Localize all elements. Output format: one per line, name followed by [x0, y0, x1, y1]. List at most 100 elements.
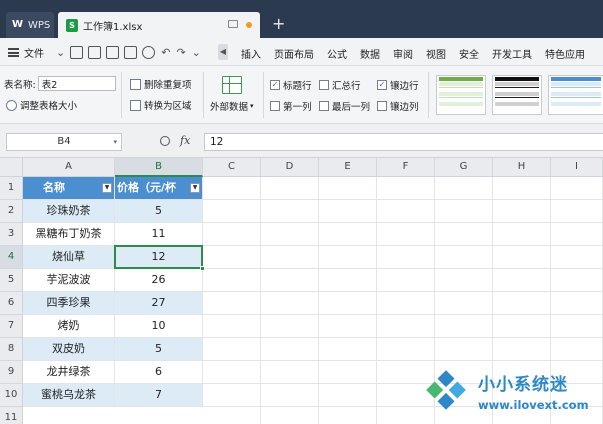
cell-empty[interactable] [203, 269, 261, 292]
cell-empty[interactable] [493, 315, 551, 338]
row-header-8[interactable]: 8 [0, 338, 23, 361]
cell-empty[interactable] [203, 246, 261, 269]
cell-drink-price[interactable]: 11 [115, 223, 203, 246]
redo-icon[interactable]: ↷ [176, 46, 185, 59]
column-header-g[interactable]: G [435, 158, 493, 177]
cell-drink-name[interactable]: 烧仙草 [23, 246, 115, 269]
chevron-down-icon[interactable]: ⌄ [56, 46, 65, 59]
cell-empty[interactable] [261, 223, 319, 246]
cell-drink-name[interactable]: 龙井绿茶 [23, 361, 115, 384]
cell-empty[interactable] [261, 177, 319, 200]
cell-empty[interactable] [203, 200, 261, 223]
cell-empty[interactable] [493, 200, 551, 223]
cell-empty[interactable] [319, 361, 377, 384]
row-header-11[interactable]: 11 [0, 407, 23, 424]
cell-empty[interactable] [261, 407, 319, 424]
cell-empty[interactable] [203, 223, 261, 246]
option-first-column[interactable]: 第一列 [270, 99, 312, 113]
cell-empty[interactable] [261, 361, 319, 384]
chevron-down-icon[interactable]: ▾ [113, 134, 117, 150]
cell-empty[interactable] [319, 384, 377, 407]
cell-empty[interactable] [319, 269, 377, 292]
cell-drink-name[interactable]: 珍珠奶茶 [23, 200, 115, 223]
remove-duplicates-button[interactable]: 删除重复项 [130, 77, 192, 91]
resize-table-button[interactable]: 调整表格大小 [6, 98, 77, 112]
cell-empty[interactable] [261, 315, 319, 338]
cell-empty[interactable] [203, 338, 261, 361]
cell-empty[interactable] [261, 269, 319, 292]
cell-empty[interactable] [319, 292, 377, 315]
cell-drink-price[interactable]: 10 [115, 315, 203, 338]
cell-empty[interactable] [377, 177, 435, 200]
print-preview-icon[interactable] [124, 46, 138, 59]
cell-empty[interactable] [435, 315, 493, 338]
cell-empty[interactable] [319, 223, 377, 246]
cell-empty[interactable] [551, 223, 603, 246]
cell-empty[interactable] [435, 338, 493, 361]
zoom-icon[interactable] [160, 136, 170, 146]
cell-empty[interactable] [493, 246, 551, 269]
tab-view[interactable]: 视图 [426, 46, 446, 61]
column-header-f[interactable]: F [377, 158, 435, 177]
option-banded-columns[interactable]: 镶边列 [377, 99, 419, 113]
cell-empty[interactable] [493, 338, 551, 361]
cell-empty[interactable] [551, 177, 603, 200]
cell-empty[interactable] [261, 292, 319, 315]
cell-empty[interactable] [377, 200, 435, 223]
option-total-row[interactable]: 汇总行 [319, 78, 361, 92]
cell-empty[interactable] [551, 315, 603, 338]
cell-empty[interactable] [551, 246, 603, 269]
tab-insert[interactable]: 插入 [241, 46, 261, 61]
tab-workbook[interactable]: S 工作簿1.xlsx [58, 12, 260, 38]
option-last-column[interactable]: 最后一列 [319, 99, 370, 113]
cell-drink-name[interactable]: 芋泥波波 [23, 269, 115, 292]
option-header-row[interactable]: ✓ 标题行 [270, 78, 312, 92]
cell-empty[interactable] [551, 200, 603, 223]
cell-empty[interactable] [377, 246, 435, 269]
tab-wps-home[interactable]: W WPS [6, 12, 54, 38]
column-header-h[interactable]: H [493, 158, 551, 177]
cell-empty[interactable] [377, 292, 435, 315]
cell-drink-name[interactable]: 黑糖布丁奶茶 [23, 223, 115, 246]
select-all-corner[interactable] [0, 158, 23, 177]
customize-icon[interactable]: ⌄ [192, 46, 201, 59]
filter-dropdown-icon[interactable]: ▼ [102, 183, 112, 193]
tab-formulas[interactable]: 公式 [327, 46, 347, 61]
cell-drink-price[interactable]: 5 [115, 200, 203, 223]
cell-drink-price[interactable]: 7 [115, 384, 203, 407]
row-header-3[interactable]: 3 [0, 223, 23, 246]
column-header-b[interactable]: B [115, 158, 203, 177]
cell-empty[interactable] [319, 246, 377, 269]
cell-drink-price[interactable]: 26 [115, 269, 203, 292]
print-icon[interactable] [106, 46, 120, 59]
cell-empty[interactable] [319, 177, 377, 200]
cell-empty[interactable] [203, 315, 261, 338]
cell-empty[interactable] [319, 315, 377, 338]
open-icon[interactable] [70, 46, 84, 59]
undo-icon[interactable]: ↶ [161, 46, 170, 59]
save-icon[interactable] [88, 46, 102, 59]
row-header-6[interactable]: 6 [0, 292, 23, 315]
cell-empty[interactable] [261, 200, 319, 223]
cell-empty[interactable] [203, 384, 261, 407]
row-header-9[interactable]: 9 [0, 361, 23, 384]
cell-empty[interactable] [435, 269, 493, 292]
tab-special-apps[interactable]: 特色应用 [545, 46, 585, 61]
cell-drink-price[interactable]: 6 [115, 361, 203, 384]
external-data-icon-wrap[interactable] [222, 76, 242, 94]
cell-empty[interactable] [377, 338, 435, 361]
cell-empty[interactable] [319, 407, 377, 424]
table-style-green[interactable] [436, 75, 486, 115]
cell-drink-name[interactable]: 蜜桃乌龙茶 [23, 384, 115, 407]
cell-empty[interactable] [435, 200, 493, 223]
cell-empty[interactable] [493, 292, 551, 315]
checkbox-last-column[interactable] [319, 101, 329, 111]
external-data-button[interactable]: 外部数据 ▾ [210, 99, 254, 113]
cell-empty[interactable] [203, 361, 261, 384]
row-header-10[interactable]: 10 [0, 384, 23, 407]
monitor-icon[interactable] [228, 20, 238, 28]
cell-empty[interactable] [203, 177, 261, 200]
cell-empty[interactable] [377, 223, 435, 246]
column-header-e[interactable]: E [319, 158, 377, 177]
cell-empty[interactable] [435, 292, 493, 315]
